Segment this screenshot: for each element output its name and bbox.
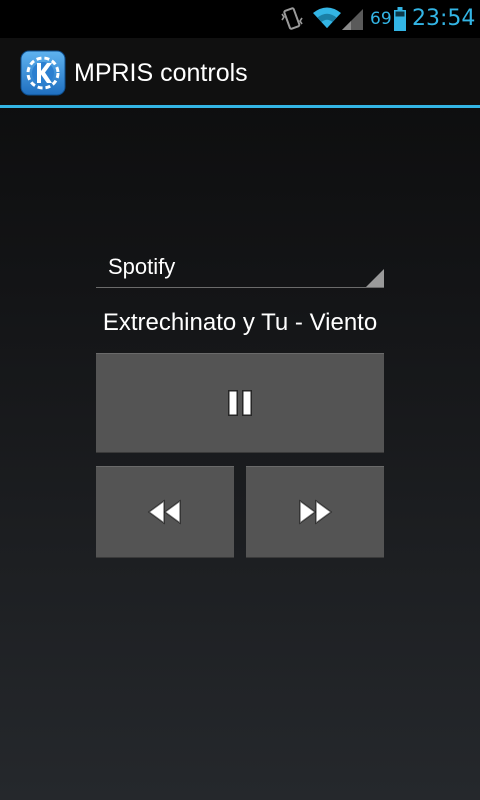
player-select-spinner[interactable]: Spotify [96, 246, 384, 288]
status-bar: 69 23:54 [0, 0, 480, 38]
previous-button[interactable] [96, 466, 234, 558]
now-playing-title: Extrechinato y Tu - Viento [102, 309, 378, 336]
signal-icon [342, 9, 363, 30]
clock: 23:54 [412, 6, 476, 31]
battery-icon [394, 7, 406, 31]
battery-percent: 69 [370, 9, 392, 29]
next-button[interactable] [246, 466, 384, 558]
vibrate-icon [281, 7, 303, 30]
play-pause-button[interactable] [96, 353, 384, 453]
pause-icon [228, 390, 252, 416]
rewind-icon [147, 499, 181, 525]
fast-forward-icon [299, 499, 333, 525]
action-bar: MPRIS controls [0, 38, 480, 108]
app-title: MPRIS controls [74, 59, 248, 87]
wifi-icon [313, 7, 341, 28]
kde-logo-icon[interactable] [20, 50, 66, 96]
player-select-value: Spotify [108, 254, 176, 279]
dropdown-corner-icon [366, 269, 384, 287]
